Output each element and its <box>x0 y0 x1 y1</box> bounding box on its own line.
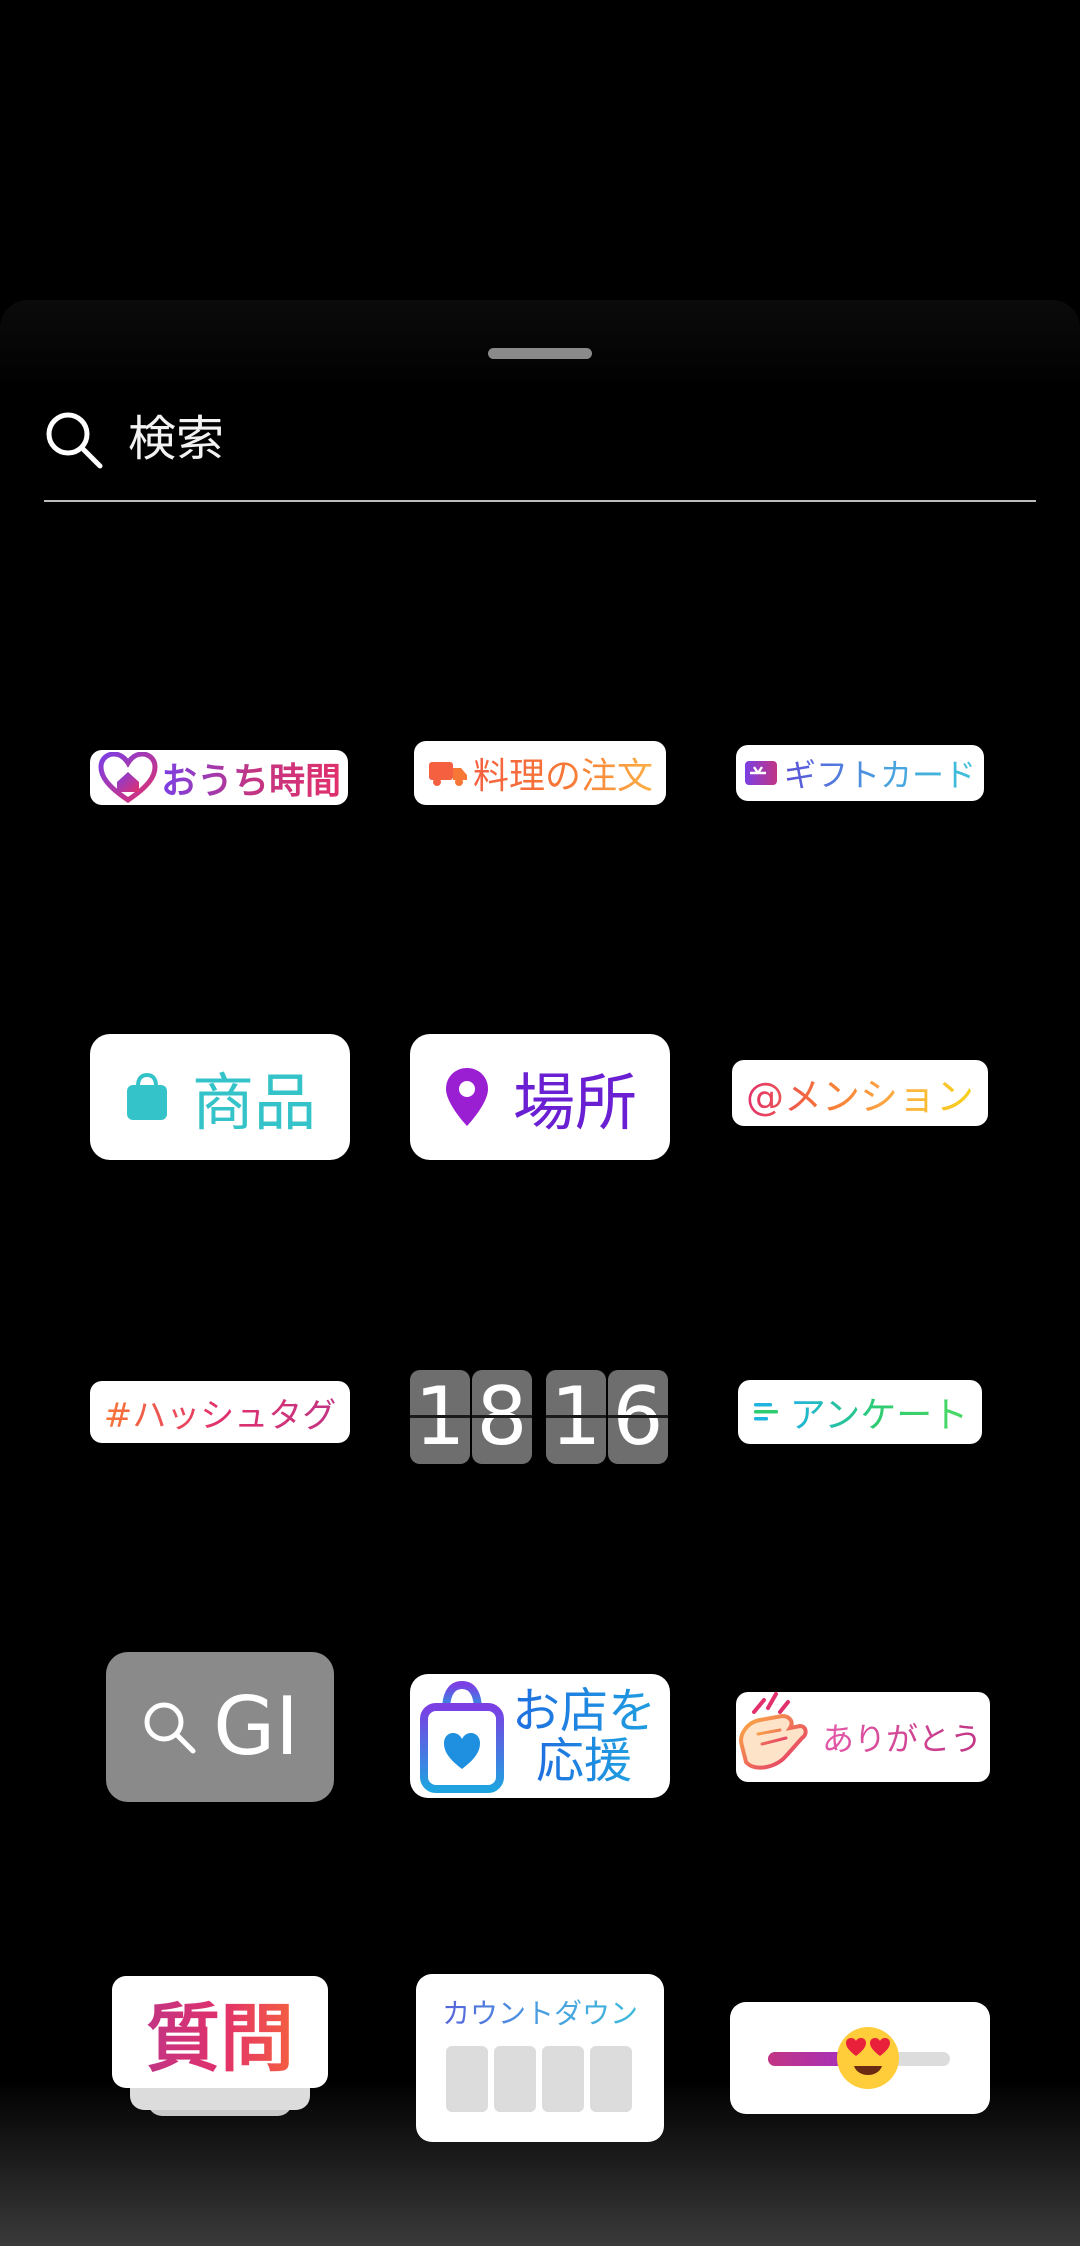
search-icon <box>46 412 103 469</box>
search-icon <box>144 1702 196 1754</box>
countdown-digit-box <box>446 2046 488 2112</box>
poll-lines-icon <box>753 1403 778 1421</box>
clock-digit: 8 <box>472 1370 532 1464</box>
food-order-sticker[interactable]: 料理の注文 <box>414 741 666 805</box>
search-input[interactable] <box>126 406 990 472</box>
support-shop-line2: 応援 <box>536 1733 633 1789</box>
countdown-digit-box <box>542 2046 584 2112</box>
home-time-sticker[interactable]: おうち時間 <box>90 750 348 805</box>
location-sticker[interactable]: 場所 <box>410 1034 670 1160</box>
support-shop-sticker[interactable]: お店を 応援 <box>410 1674 670 1798</box>
gift-card-sticker[interactable]: ギフトカード <box>736 745 984 801</box>
home-time-label: おうち時間 <box>161 752 341 804</box>
location-pin-icon <box>445 1068 488 1126</box>
support-shop-line1: お店を <box>512 1682 657 1739</box>
shopping-bag-heart-icon <box>420 1680 504 1793</box>
question-card: 質問 <box>112 1976 328 2088</box>
clock-sticker[interactable]: 1 8 1 6 <box>410 1370 670 1466</box>
hashtag-label: #ハッシュタグ <box>104 1388 337 1437</box>
thanks-sticker[interactable]: ありがとう <box>736 1692 990 1782</box>
search-bar <box>44 390 1036 502</box>
thanks-label: ありがとう <box>822 1714 982 1760</box>
countdown-label: カウントダウン <box>416 1992 664 2032</box>
location-label: 場所 <box>512 1066 637 1139</box>
gif-search-sticker[interactable]: GI <box>106 1652 334 1802</box>
delivery-truck-icon <box>428 762 467 786</box>
emoji-slider-sticker[interactable] <box>730 2002 990 2114</box>
mention-sticker[interactable]: @メンション <box>732 1060 988 1126</box>
countdown-digit-box <box>494 2046 536 2112</box>
question-sticker[interactable]: 質問 <box>112 1976 328 2141</box>
product-label: 商品 <box>191 1066 316 1139</box>
clock-digit: 1 <box>410 1370 470 1464</box>
poll-sticker[interactable]: アンケート <box>738 1380 982 1444</box>
gif-label: GI <box>213 1680 299 1773</box>
clapping-hands-icon <box>739 1692 808 1770</box>
sticker-tray <box>0 300 1080 2246</box>
hashtag-sticker[interactable]: #ハッシュタグ <box>90 1381 350 1443</box>
clock-digit: 1 <box>546 1370 606 1464</box>
mention-label: @メンション <box>746 1066 974 1121</box>
gift-card-label: ギフトカード <box>784 750 976 796</box>
support-shop-text: お店を 応援 <box>512 1682 657 1789</box>
shopping-bag-icon <box>126 1072 167 1120</box>
drag-handle[interactable] <box>488 348 592 359</box>
countdown-sticker[interactable]: カウントダウン <box>416 1974 664 2142</box>
product-sticker[interactable]: 商品 <box>90 1034 350 1160</box>
countdown-digit-box <box>590 2046 632 2112</box>
clock-digit: 6 <box>608 1370 668 1464</box>
heart-home-icon <box>98 751 158 803</box>
poll-label: アンケート <box>790 1386 969 1438</box>
gift-card-icon <box>744 761 777 785</box>
heart-eyes-emoji-icon[interactable] <box>834 2024 902 2092</box>
food-order-label: 料理の注文 <box>473 747 653 799</box>
question-label: 質問 <box>146 1979 294 2086</box>
